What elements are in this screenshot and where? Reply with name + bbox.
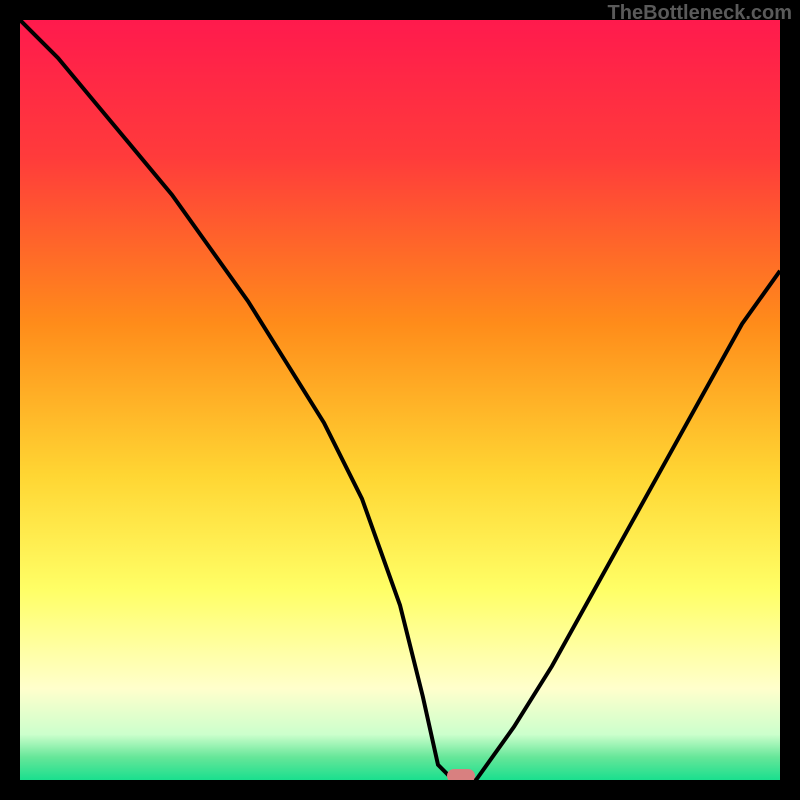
chart-curve xyxy=(20,20,780,780)
chart-plot-area xyxy=(20,20,780,780)
watermark-text: TheBottleneck.com xyxy=(608,2,792,25)
chart-optimal-marker xyxy=(447,769,475,780)
